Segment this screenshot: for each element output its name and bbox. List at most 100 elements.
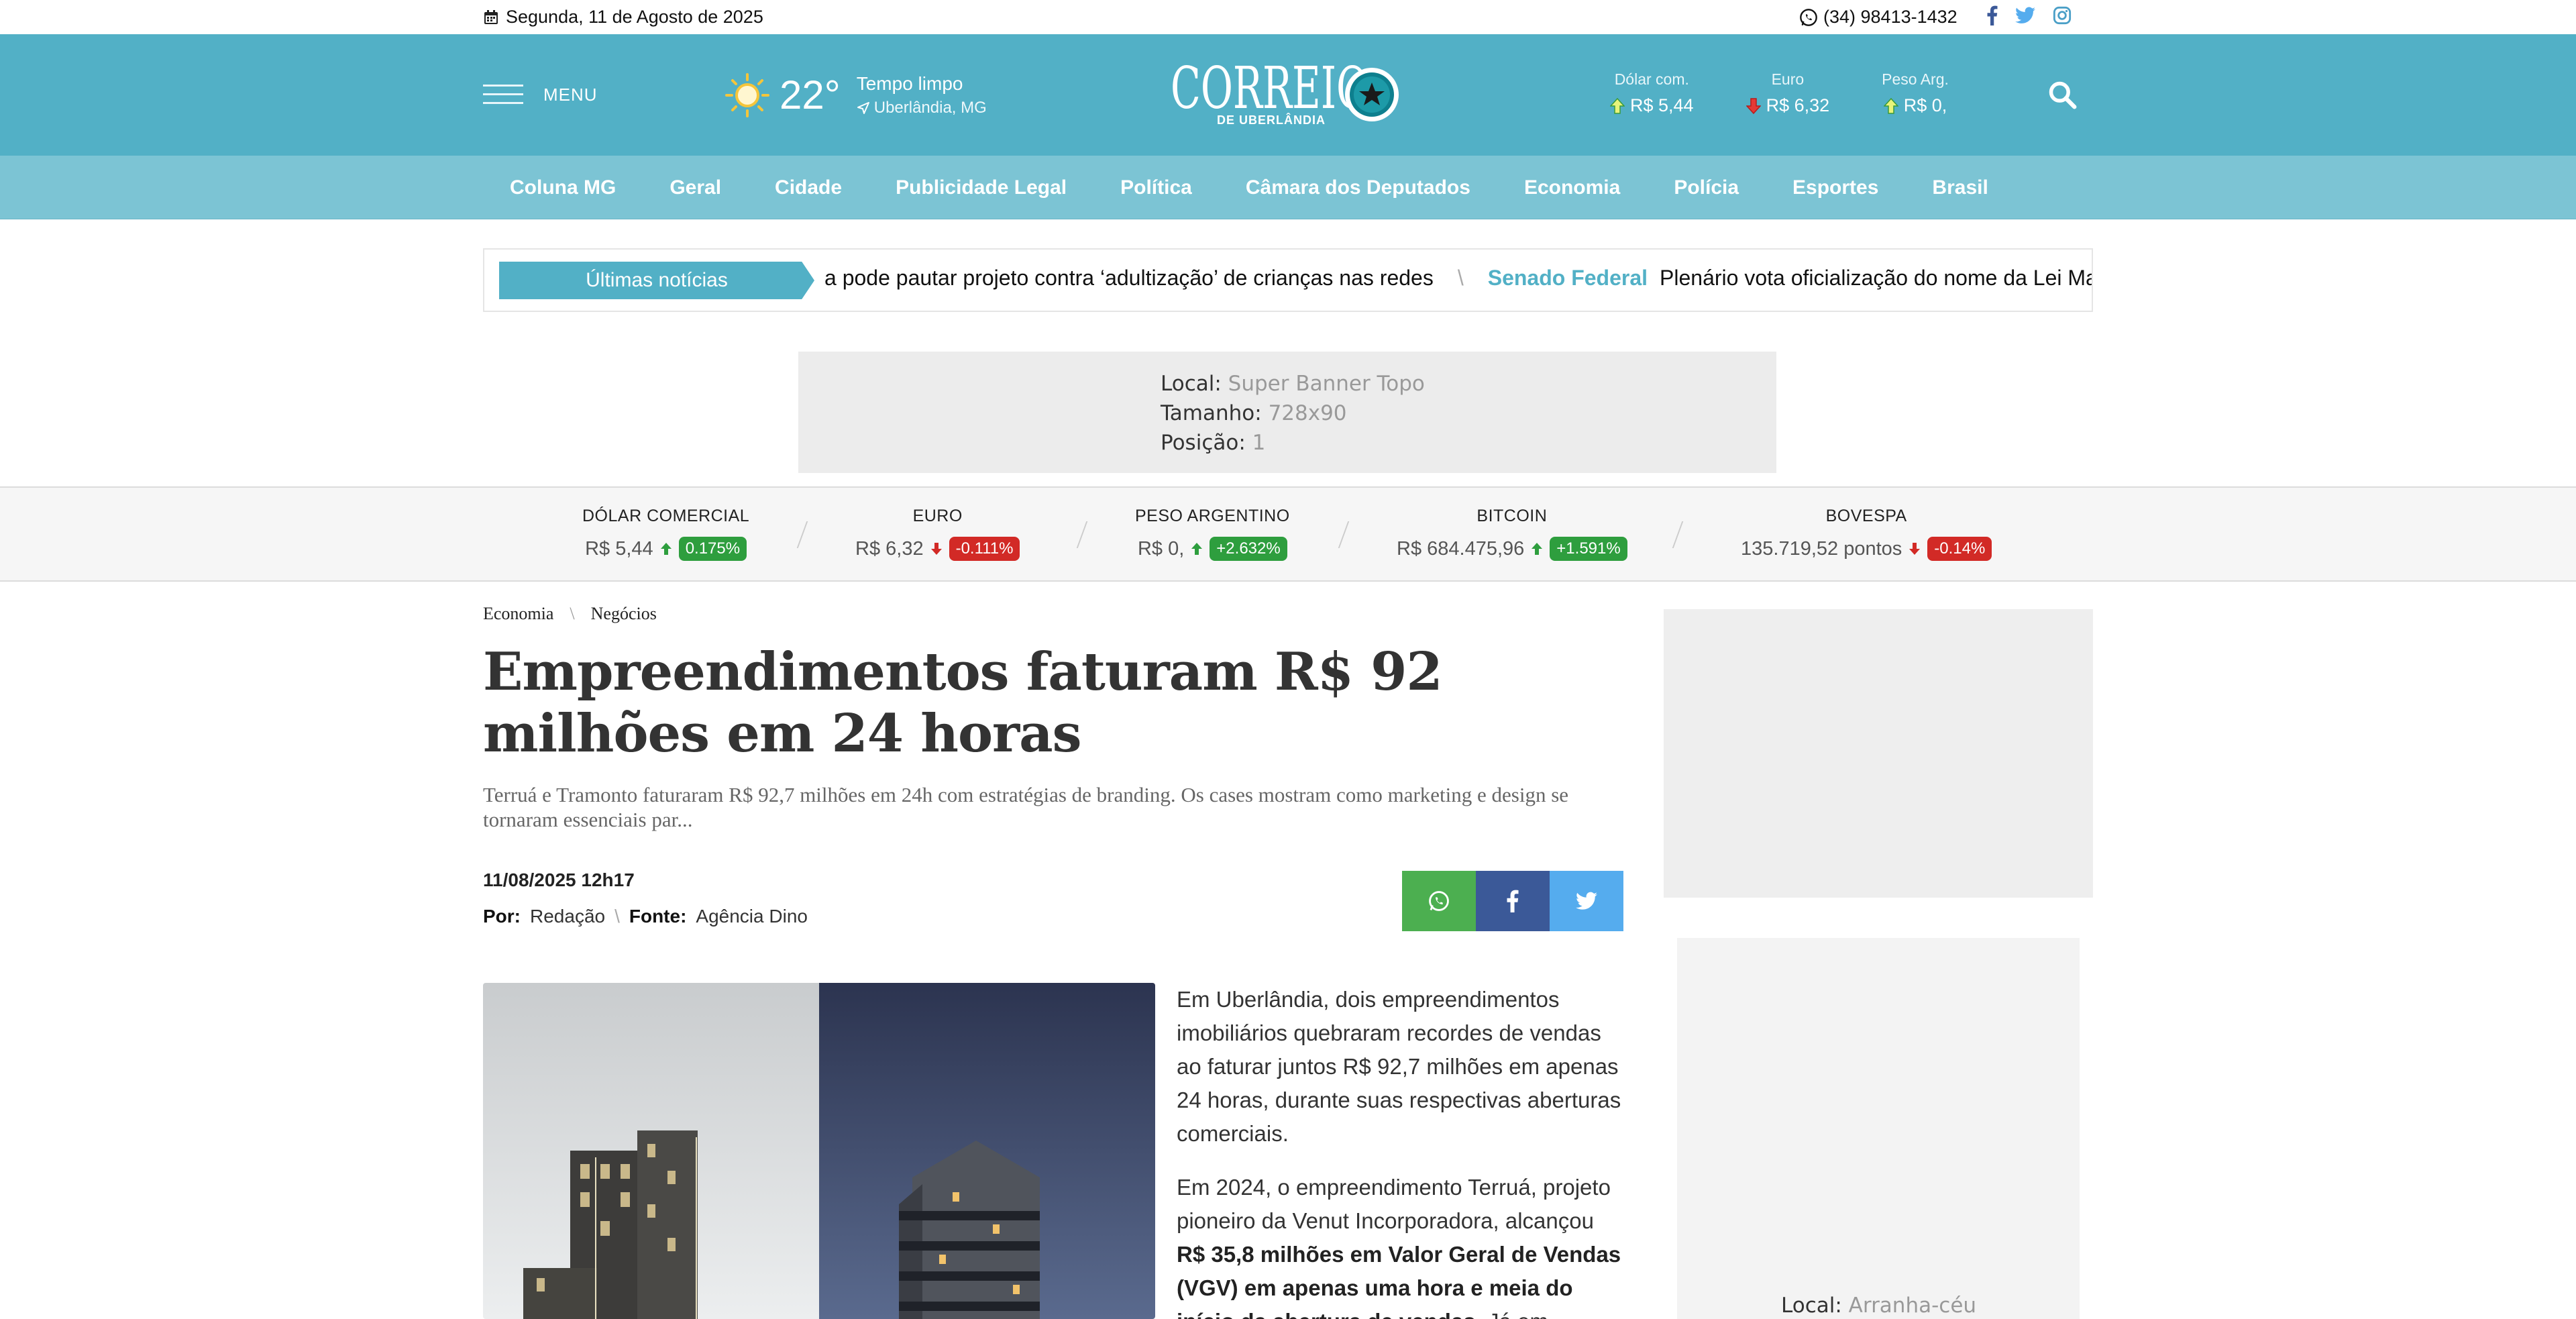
breadcrumb: Economia \ Negócios (483, 604, 1623, 624)
market-value: R$ 684.475,96 (1397, 537, 1525, 560)
city-name: Uberlândia, MG (873, 98, 987, 117)
nav-item-coluna-mg[interactable]: Coluna MG (510, 176, 616, 199)
ad-position-key: Posição: (1161, 431, 1246, 455)
market-divider (1672, 521, 1684, 548)
article-body: Em Uberlândia, dois empreendimentos imob… (1177, 983, 1626, 1319)
whatsapp-icon (1429, 891, 1449, 911)
ad-size-value: 728x90 (1268, 401, 1347, 425)
site-logo[interactable]: CORREIO DE UBERLÂNDIA (1171, 55, 1405, 128)
quote-value: R$ 5,44 (1630, 95, 1694, 115)
market-change: -0.14% (1927, 537, 1992, 561)
whatsapp-phone[interactable]: (34) 98413-1432 (1799, 7, 1957, 28)
twitter-icon (1576, 892, 1597, 910)
calendar-icon (484, 9, 498, 24)
phone-number: (34) 98413-1432 (1823, 7, 1957, 27)
arrow-up-icon (1532, 543, 1543, 555)
market-divider (796, 521, 808, 548)
market-name: BOVESPA (1825, 507, 1907, 525)
menu-button[interactable]: MENU (483, 83, 598, 106)
twitter-icon[interactable] (2015, 7, 2035, 24)
paragraph-text: Em 2024, o empreendimento Terruá, projet… (1177, 1175, 1611, 1233)
quote-euro: Euro R$ 6,32 (1746, 70, 1829, 116)
hamburger-icon (483, 83, 523, 106)
market-value: R$ 5,44 (585, 537, 653, 560)
sidebar-ad-box[interactable] (1664, 609, 2093, 898)
arrow-up-icon (660, 543, 672, 555)
share-whatsapp-button[interactable] (1402, 871, 1476, 931)
market-change: 0.175% (678, 537, 747, 561)
market-strip: DÓLAR COMERCIAL R$ 5,44 0.175% EURO R$ 6,… (0, 486, 2576, 582)
current-date: Segunda, 11 de Agosto de 2025 (483, 7, 763, 28)
market-change: +2.632% (1210, 537, 1287, 561)
ad-size-key: Tamanho: (1161, 401, 1262, 425)
whatsapp-icon (1800, 8, 1817, 26)
nav-item-geral[interactable]: Geral (669, 176, 721, 199)
instagram-icon[interactable] (2053, 6, 2072, 25)
nav-item-policia[interactable]: Polícia (1674, 176, 1739, 199)
market-name: DÓLAR COMERCIAL (582, 507, 750, 525)
breadcrumb-negocios[interactable]: Negócios (591, 604, 657, 624)
facebook-icon[interactable] (1987, 5, 1998, 25)
paragraph-text: . Já em (1476, 1309, 1548, 1319)
nav-item-esportes[interactable]: Esportes (1792, 176, 1878, 199)
ad-local-key: Local: (1161, 372, 1222, 396)
search-icon (2049, 81, 2077, 109)
share-twitter-button[interactable] (1550, 871, 1623, 931)
breadcrumb-separator: \ (570, 604, 575, 623)
menu-label: MENU (543, 84, 598, 105)
ticker-label: Últimas notícias (499, 262, 814, 299)
nav-item-camara-deputados[interactable]: Câmara dos Deputados (1246, 176, 1470, 199)
source-value: Agência Dino (696, 906, 808, 927)
quote-value: R$ 0, (1903, 95, 1947, 115)
social-links (1987, 5, 2072, 25)
ticker-headline[interactable]: Plenário vota oficialização do nome da L… (1660, 266, 2092, 290)
nav-item-economia[interactable]: Economia (1524, 176, 1620, 199)
ad-super-banner[interactable]: Local: Super Banner Topo Tamanho: 728x90… (798, 352, 1776, 473)
article-photo[interactable] (483, 983, 1155, 1319)
author-value: Redação (530, 906, 606, 927)
weather-widget: 22° Tempo limpo Uberlândia, MG (724, 72, 987, 118)
market-bitcoin: BITCOIN R$ 684.475,96 +1.591% (1397, 507, 1627, 561)
market-bovespa: BOVESPA 135.719,52 pontos -0.14% (1741, 507, 1992, 561)
nav-item-publicidade-legal[interactable]: Publicidade Legal (896, 176, 1067, 199)
nav-item-politica[interactable]: Política (1120, 176, 1192, 199)
header-quotes: Dólar com. R$ 5,44 Euro R$ 6,32 Peso Arg… (1610, 70, 1949, 116)
nav-item-cidade[interactable]: Cidade (775, 176, 842, 199)
market-change: -0.111% (949, 537, 1020, 561)
article-meta: 11/08/2025 12h17 Por: Redação \ Fonte: A… (483, 869, 808, 927)
market-value: R$ 0, (1137, 537, 1185, 560)
share-facebook-button[interactable] (1476, 871, 1550, 931)
main-nav: Coluna MG Geral Cidade Publicidade Legal… (0, 156, 2576, 219)
breadcrumb-economia[interactable]: Economia (483, 604, 553, 624)
weather-city: Uberlândia, MG (857, 99, 987, 117)
article-paragraph: Em Uberlândia, dois empreendimentos imob… (1177, 987, 1621, 1146)
quote-label: Peso Arg. (1882, 70, 1949, 88)
ticker-headline[interactable]: a pode pautar projeto contra ‘adultizaçã… (824, 266, 1434, 290)
quote-peso: Peso Arg. R$ 0, (1882, 70, 1949, 116)
site-header: MENU 22° Tempo limpo Uberlândia, MG CORR… (0, 34, 2576, 156)
ticker-separator: \ (1457, 266, 1464, 290)
ad-local-value: Super Banner Topo (1228, 372, 1425, 396)
source-key: Fonte: (629, 906, 687, 927)
market-change: +1.591% (1550, 537, 1627, 561)
sidebar-ad-skyscraper[interactable]: Local: Arranha-céu (1677, 938, 2080, 1319)
market-divider (1338, 521, 1350, 548)
date-text: Segunda, 11 de Agosto de 2025 (506, 7, 763, 27)
market-value: 135.719,52 pontos (1741, 537, 1902, 560)
sun-icon (725, 72, 769, 117)
market-euro: EURO R$ 6,32 -0.111% (855, 507, 1020, 561)
article-paragraph: Em 2024, o empreendimento Terruá, projet… (1177, 1171, 1626, 1319)
weather-condition: Tempo limpo (856, 72, 963, 94)
ad-local-value: Arranha-céu (1848, 1294, 1977, 1318)
article: Economia \ Negócios Empreendimentos fatu… (483, 604, 1623, 1319)
quote-dolar: Dólar com. R$ 5,44 (1610, 70, 1694, 116)
share-buttons (1402, 871, 1623, 931)
arrow-up-icon (1610, 97, 1625, 114)
search-button[interactable] (2047, 80, 2077, 113)
nav-item-brasil[interactable]: Brasil (1932, 176, 1988, 199)
author-key: Por: (483, 906, 521, 927)
market-name: EURO (912, 507, 963, 525)
facebook-icon (1507, 890, 1519, 912)
ticker-category[interactable]: Senado Federal (1488, 266, 1648, 290)
arrow-up-icon (1883, 97, 1898, 114)
